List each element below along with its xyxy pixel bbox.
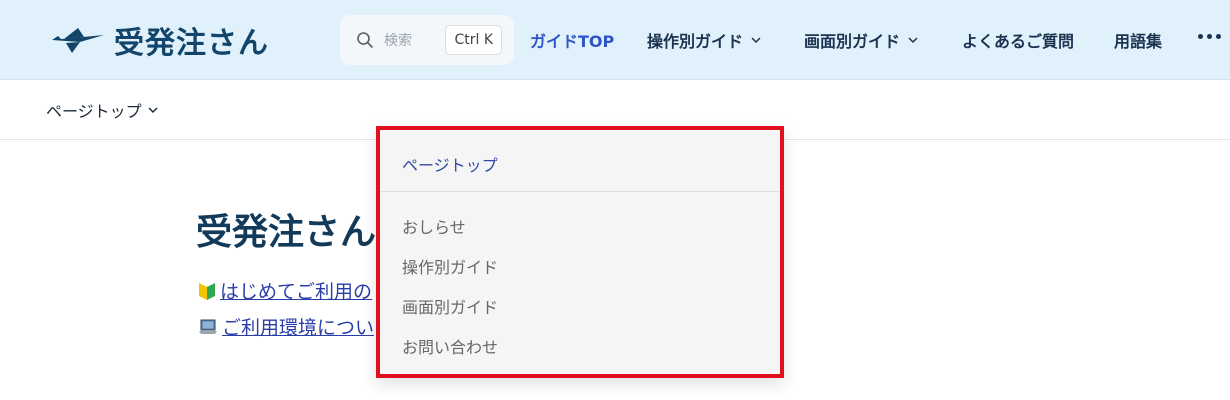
- nav-screen-guide-label: 画面別ガイド: [804, 32, 901, 51]
- dropdown-item-operation-guide[interactable]: 操作別ガイド: [402, 254, 498, 278]
- site-logo[interactable]: 受発注さん: [50, 20, 269, 61]
- search-shortcut-badge: Ctrl K: [445, 25, 502, 55]
- chevron-down-icon: [908, 37, 918, 44]
- more-horizontal-icon[interactable]: [1198, 34, 1221, 39]
- search-icon: [357, 32, 373, 48]
- dropdown-item-contact[interactable]: お問い合わせ: [402, 334, 498, 358]
- dropdown-item-page-top[interactable]: ページトップ: [402, 152, 498, 176]
- dropdown-item-news[interactable]: おしらせ: [402, 214, 466, 238]
- search-box[interactable]: 検索 Ctrl K: [340, 15, 514, 65]
- nav-faq[interactable]: よくあるご質問: [962, 0, 1074, 80]
- site-header: 受発注さん 検索 Ctrl K ガイドTOP 操作別ガイド 画面別ガイド よくあ…: [0, 0, 1230, 80]
- nav-guide-top[interactable]: ガイドTOP: [530, 0, 614, 80]
- logo-text: 受発注さん: [114, 26, 269, 61]
- nav-screen-guide[interactable]: 画面別ガイド: [804, 0, 918, 80]
- chevron-down-icon: [751, 37, 761, 44]
- nav-operation-guide-label: 操作別ガイド: [647, 32, 744, 51]
- page-top-dropdown-menu: ページトップ おしらせ 操作別ガイド 画面別ガイド お問い合わせ: [376, 126, 784, 378]
- search-placeholder: 検索: [384, 33, 412, 49]
- environment-link[interactable]: ご利用環境につい: [198, 313, 374, 340]
- dropdown-divider: [380, 191, 780, 192]
- dropdown-item-screen-guide[interactable]: 画面別ガイド: [402, 294, 498, 318]
- beginner-guide-link[interactable]: はじめてご利用の: [198, 277, 372, 304]
- nav-faq-label: よくあるご質問: [962, 32, 1075, 51]
- page-title: 受発注さん: [196, 212, 377, 253]
- page-top-label: ページトップ: [46, 102, 142, 121]
- nav-glossary-label: 用語集: [1114, 32, 1163, 51]
- beginner-mark-icon: [199, 282, 215, 300]
- beginner-guide-link-text: はじめてご利用の: [220, 281, 373, 303]
- airplane-logo-icon: [52, 28, 104, 53]
- chevron-down-icon: [148, 107, 158, 114]
- nav-operation-guide[interactable]: 操作別ガイド: [647, 0, 761, 80]
- laptop-icon: [199, 319, 217, 334]
- environment-link-text: ご利用環境につい: [222, 317, 375, 339]
- nav-glossary[interactable]: 用語集: [1114, 0, 1162, 80]
- nav-guide-top-label: ガイドTOP: [530, 32, 615, 51]
- page-top-dropdown-button[interactable]: ページトップ: [46, 98, 158, 122]
